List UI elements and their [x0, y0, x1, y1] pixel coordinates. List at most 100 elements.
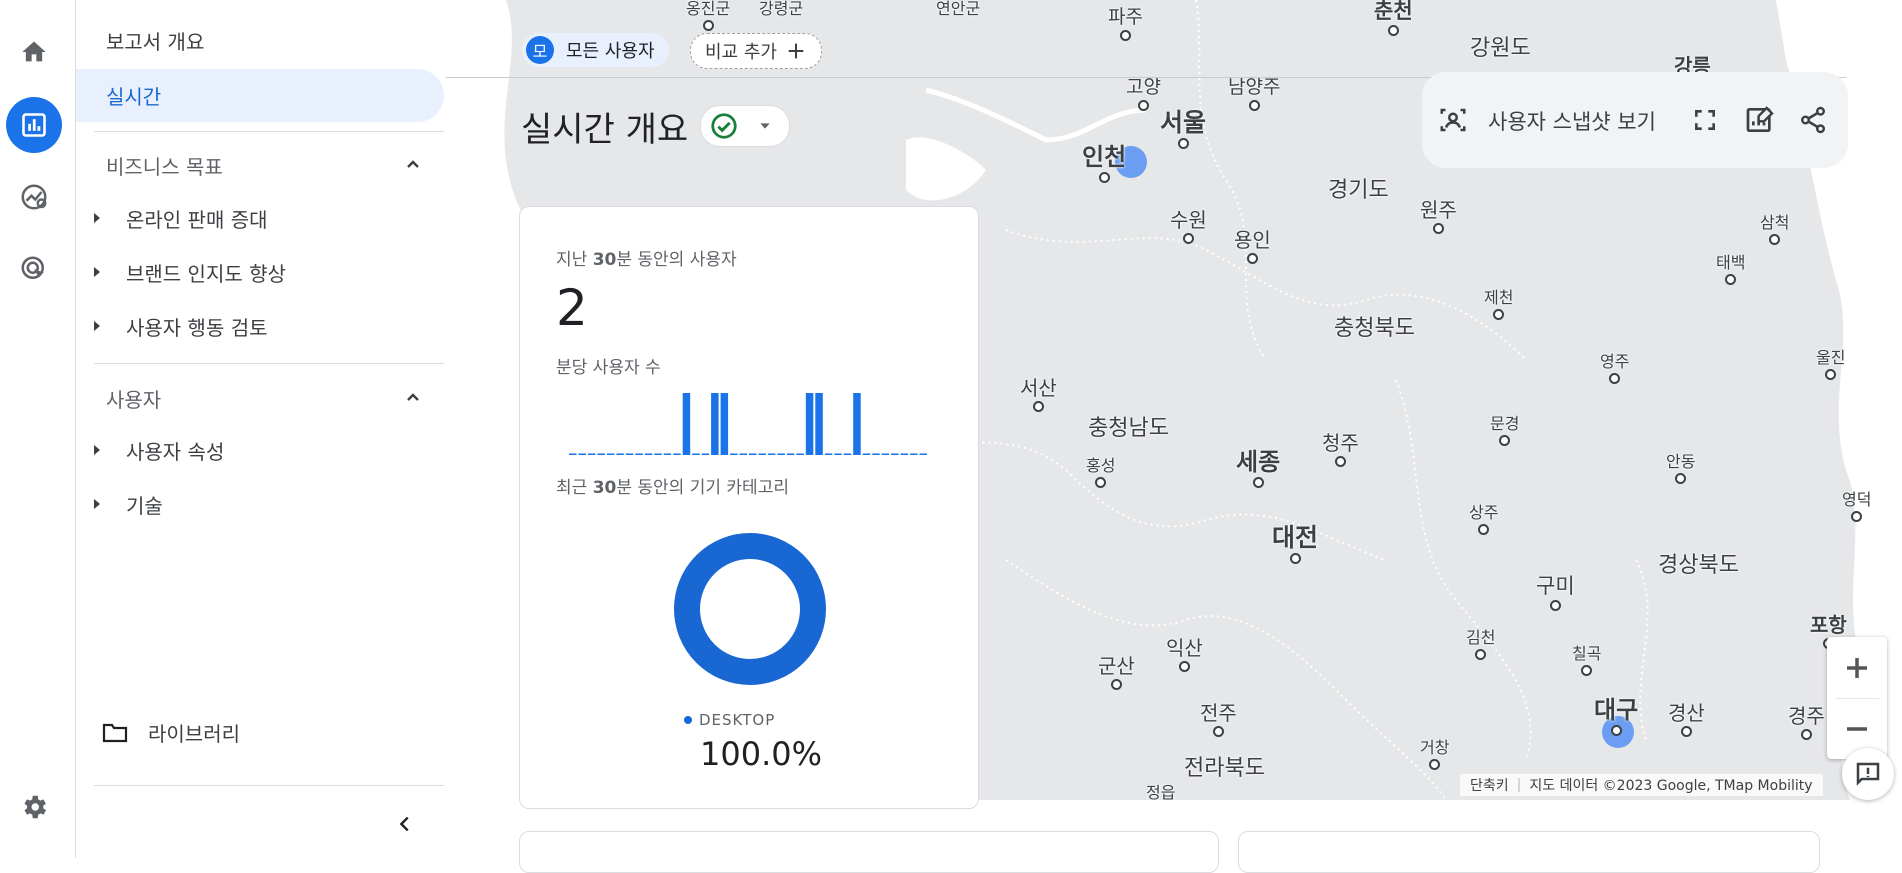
user-snapshot-label[interactable]: 사용자 스냅샷 보기 [1488, 106, 1656, 136]
zoom-in-icon[interactable] [1842, 653, 1872, 683]
minute-bar[interactable] [578, 453, 587, 456]
minute-bar[interactable] [862, 453, 871, 456]
device-category-label: 최근 30분 동안의 기기 카테고리 [556, 478, 789, 498]
minute-bar[interactable] [919, 453, 928, 456]
segment-chip-all-users[interactable]: 모 모든 사용자 [522, 33, 669, 67]
add-comparison-button[interactable]: 비교 추가 [690, 33, 822, 69]
minute-bar[interactable] [843, 453, 852, 456]
minute-bar[interactable] [834, 453, 842, 456]
minute-bar[interactable] [711, 393, 719, 455]
minute-bar[interactable] [739, 453, 748, 456]
city-dot-icon [1675, 473, 1687, 484]
nav-item-tech[interactable]: 기술 [94, 489, 163, 519]
minute-bar[interactable] [682, 393, 691, 455]
feedback-button[interactable] [1842, 748, 1894, 800]
map-place-label: 안동 [1666, 454, 1695, 484]
share-icon[interactable] [1798, 105, 1828, 135]
minute-bar[interactable] [654, 453, 662, 456]
map-place-label: 울진 [1816, 350, 1845, 380]
minute-bar[interactable] [815, 393, 823, 455]
minute-bar[interactable] [777, 453, 785, 456]
data-quality-dropdown[interactable] [700, 105, 790, 147]
minute-bar[interactable] [701, 453, 710, 456]
minute-bar[interactable] [606, 453, 615, 456]
expand-arrow-icon [94, 445, 100, 455]
minute-bar[interactable] [569, 453, 577, 456]
minute-bar[interactable] [720, 393, 729, 455]
map-place-label: 연안군 [936, 0, 981, 18]
nav-realtime[interactable]: 실시간 [76, 69, 444, 122]
minute-bar[interactable] [644, 453, 653, 456]
nav-item-brand-awareness[interactable]: 브랜드 인지도 향상 [94, 257, 286, 287]
nav-item-user-behavior[interactable]: 사용자 행동 검토 [94, 311, 268, 341]
minute-bar[interactable] [635, 453, 643, 456]
minute-bar[interactable] [597, 453, 605, 456]
icon-rail [0, 0, 76, 858]
minute-bar[interactable] [616, 453, 624, 456]
user-snapshot-icon[interactable] [1438, 105, 1468, 135]
device-donut-chart[interactable] [670, 529, 830, 689]
city-dot-icon [1178, 661, 1190, 672]
map-place-label: 상주 [1469, 505, 1498, 535]
map-place-label: 경산 [1668, 703, 1705, 737]
zoom-out-icon[interactable] [1842, 714, 1872, 744]
nav-item-user-attributes[interactable]: 사용자 속성 [94, 435, 224, 465]
nav-item-online-sales[interactable]: 온라인 판매 증대 [94, 203, 268, 233]
minute-bar[interactable] [625, 453, 634, 456]
customize-report-icon[interactable] [1744, 104, 1776, 136]
library-link[interactable]: 라이브러리 [102, 718, 240, 747]
minute-bar[interactable] [663, 453, 672, 456]
minute-bar[interactable] [587, 453, 596, 456]
minute-bar[interactable] [872, 453, 880, 456]
minute-bar[interactable] [692, 453, 700, 456]
city-dot-icon [1478, 524, 1490, 535]
map-data-credit[interactable]: 지도 데이터 ©2023 Google, TMap Mobility [1529, 775, 1812, 795]
donut-slice-desktop[interactable] [674, 533, 826, 685]
settings-icon[interactable] [6, 779, 62, 835]
minute-bar[interactable] [796, 453, 804, 456]
map-place-label: 충청남도 [1088, 416, 1169, 441]
minute-bar[interactable] [824, 453, 833, 456]
city-dot-icon [1429, 759, 1441, 770]
minute-bar[interactable] [891, 453, 899, 456]
minute-bar[interactable] [900, 453, 909, 456]
users-per-minute-chart[interactable] [568, 391, 928, 461]
expand-arrow-icon [94, 321, 100, 331]
check-circle-icon [711, 113, 737, 139]
map-place-label: 고양 [1126, 78, 1161, 111]
map-place-label: 강령군 [759, 0, 804, 18]
minute-bar[interactable] [910, 453, 918, 456]
reports-icon[interactable] [6, 97, 62, 153]
chevron-up-icon[interactable] [401, 386, 425, 410]
zoom-controls [1827, 637, 1887, 759]
collapse-chevron-left-icon[interactable] [394, 813, 416, 835]
map-place-label: 익산 [1166, 638, 1203, 672]
minute-bar[interactable] [853, 393, 861, 455]
home-icon[interactable] [6, 24, 62, 80]
city-dot-icon [1032, 401, 1044, 412]
explore-icon[interactable] [6, 169, 62, 225]
minute-bar[interactable] [881, 453, 890, 456]
city-dot-icon [1475, 649, 1487, 660]
city-dot-icon [1680, 726, 1692, 737]
nav-reports-overview[interactable]: 보고서 개요 [106, 26, 204, 55]
minute-bar[interactable] [767, 453, 776, 456]
section-business-goals[interactable]: 비즈니스 목표 [106, 151, 223, 180]
map-place-label: 옹진군 [686, 1, 730, 31]
caret-down-icon [760, 123, 770, 129]
minute-bar[interactable] [786, 453, 795, 456]
city-dot-icon [1609, 373, 1621, 384]
city-dot-icon [1800, 729, 1812, 740]
section-user[interactable]: 사용자 [106, 384, 161, 413]
fullscreen-icon[interactable] [1692, 107, 1718, 133]
minute-bar[interactable] [730, 453, 738, 456]
advertising-icon[interactable] [6, 241, 62, 297]
minute-bar[interactable] [749, 453, 757, 456]
minute-bar[interactable] [673, 453, 681, 456]
minute-bar[interactable] [805, 393, 814, 455]
chevron-up-icon[interactable] [401, 153, 425, 177]
minute-bar[interactable] [758, 453, 767, 456]
city-dot-icon [1610, 725, 1622, 736]
expand-arrow-icon [94, 267, 100, 277]
keyboard-shortcuts-link[interactable]: 단축키 [1470, 775, 1509, 795]
